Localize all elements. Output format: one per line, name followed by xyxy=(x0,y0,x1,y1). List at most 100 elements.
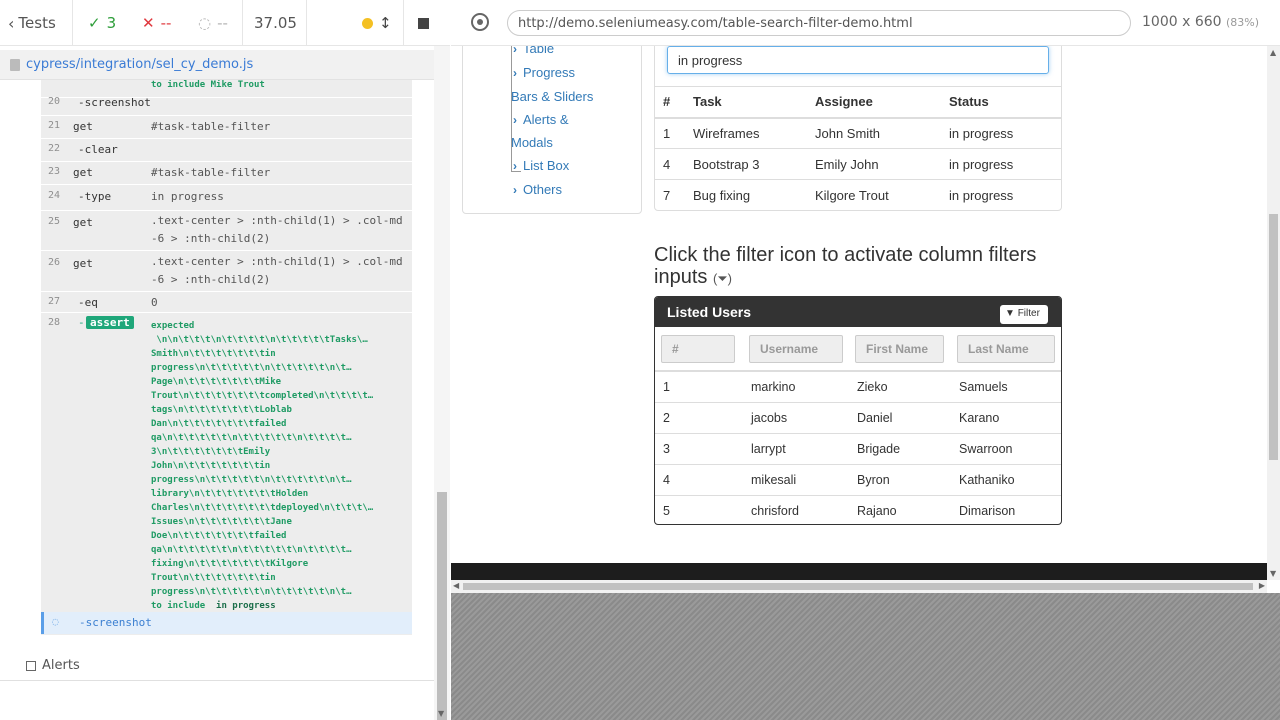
page-vertical-scrollbar[interactable]: ▲ ▼ xyxy=(1267,46,1280,580)
table-cell: Bug fixing xyxy=(685,179,807,211)
scroll-right-arrow-icon[interactable]: ▶ xyxy=(1259,581,1265,590)
assert-line: 3\n\t\t\t\t\t\t\tEmily xyxy=(151,447,271,457)
table-row: 4 Bootstrap 3 Emily John in progress xyxy=(655,148,1061,180)
filter-input-last-name[interactable]: Last Name xyxy=(957,335,1055,363)
table-cell: Dimarison xyxy=(951,494,1061,524)
nav-item-bars-sliders[interactable]: Bars & Sliders xyxy=(511,89,593,104)
nav-item-modals[interactable]: Modals xyxy=(511,135,553,150)
reporter-scroll-thumb[interactable] xyxy=(437,492,447,720)
filter-heading: Click the filter icon to activate column… xyxy=(654,244,1037,288)
listed-users-panel: Listed Users ▼ Filter # Username First N… xyxy=(654,296,1062,525)
auto-scroll-toggle[interactable]: ↕ xyxy=(362,0,392,46)
assert-command-row[interactable]: 28 - assert expected \n\n\t\t\t\n\t\t\t\… xyxy=(41,313,412,613)
command-row[interactable]: 22 -clear xyxy=(41,139,412,162)
assert-message: expected \n\n\t\t\t\n\t\t\t\t\n\t\t\t\t\… xyxy=(151,319,407,613)
assert-line: progress\n\t\t\t\t\t\n\t\t\t\t\t\n\t… xyxy=(151,587,352,597)
page-footer-bar xyxy=(451,563,1267,580)
table-cell: in progress xyxy=(941,179,1061,211)
assert-badge: assert xyxy=(86,316,134,329)
tests-back-button[interactable]: ‹ Tests xyxy=(8,0,56,46)
scroll-down-arrow-icon[interactable]: ▼ xyxy=(1270,569,1276,578)
command-row[interactable]: 20 -screenshot xyxy=(41,93,412,116)
failed-count: ✕ -- xyxy=(142,14,172,32)
filter-input-username[interactable]: Username xyxy=(749,335,843,363)
assert-line: tags\n\t\t\t\t\t\t\tLoblab xyxy=(151,405,292,415)
table-cell: 7 xyxy=(655,179,685,211)
table-cell: Zieko xyxy=(849,370,951,402)
chevron-right-icon: › xyxy=(513,66,517,80)
table-cell: 4 xyxy=(655,463,743,495)
filter-funnel-icon: (⏷) xyxy=(712,271,732,286)
selector-playground-icon[interactable] xyxy=(471,13,489,31)
table-row: 3 larrypt Brigade Swarroon xyxy=(655,432,1061,464)
command-row[interactable]: 21 get #task-table-filter xyxy=(41,116,412,139)
task-table-filter-input[interactable]: in progress xyxy=(667,46,1049,74)
filter-row: # Username First Name Last Name xyxy=(655,328,1061,372)
filter-button[interactable]: ▼ Filter xyxy=(1000,305,1048,324)
page-scroll-thumb[interactable] xyxy=(1269,214,1278,460)
command-log: to include Mike Trout 20 -screenshot 21 … xyxy=(41,80,412,635)
reporter-scrollbar[interactable]: ▼ xyxy=(434,46,450,720)
filter-input-id[interactable]: # xyxy=(661,335,735,363)
nav-item-progress[interactable]: › Progress xyxy=(513,65,575,80)
chevron-right-icon: › xyxy=(513,46,517,56)
assert-line: Issues\n\t\t\t\t\t\t\tJane xyxy=(151,517,292,527)
table-cell: markino xyxy=(743,370,849,402)
assert-line: Trout\n\t\t\t\t\t\t\tin xyxy=(151,573,276,583)
table-cell: 5 xyxy=(655,494,743,524)
stop-button[interactable] xyxy=(418,0,429,46)
command-row[interactable]: 27 -eq 0 xyxy=(41,293,412,313)
url-field[interactable]: http://demo.seleniumeasy.com/table-searc… xyxy=(507,10,1131,36)
table-cell: Emily John xyxy=(807,148,941,180)
suite-checkbox-icon xyxy=(26,660,36,671)
nav-item-list-box[interactable]: › List Box xyxy=(513,158,569,173)
reporter-header: ‹ Tests ✓ 3 ✕ -- ◌ -- 37.05 ↕ xyxy=(0,0,450,46)
table-row: 1 Wireframes John Smith in progress xyxy=(655,117,1061,149)
command-row[interactable]: 23 get #task-table-filter xyxy=(41,162,412,185)
table-cell: Samuels xyxy=(951,370,1061,402)
nav-item-others[interactable]: › Others xyxy=(513,182,562,197)
scroll-down-arrow-icon[interactable]: ▼ xyxy=(438,709,444,718)
side-navigation: › Table › Progress Bars & Sliders › Alerts … xyxy=(462,46,642,214)
command-row[interactable]: 26 get .text-center > :nth-child(1) > .c… xyxy=(41,252,412,292)
table-cell: chrisford xyxy=(743,494,849,524)
pending-circle-icon: ◌ xyxy=(198,14,212,32)
scroll-up-arrow-icon[interactable]: ▲ xyxy=(1270,48,1276,57)
assert-line: Dan\n\t\t\t\t\t\t\tfailed xyxy=(151,419,287,429)
nav-item-table[interactable]: › Table xyxy=(513,46,554,56)
table-row: 1 markino Zieko Samuels xyxy=(655,370,1061,402)
command-row[interactable]: 25 get .text-center > :nth-child(1) > .c… xyxy=(41,211,412,251)
column-header: Status xyxy=(941,86,1061,119)
table-row: 4 mikesali Byron Kathaniko xyxy=(655,463,1061,495)
alerts-suite[interactable]: Alerts xyxy=(26,658,80,673)
page-horizontal-scrollbar[interactable]: ◀ ▶ xyxy=(451,580,1267,593)
running-command-row[interactable]: ◌ -screenshot xyxy=(41,612,412,634)
table-cell: in progress xyxy=(941,148,1061,180)
column-header: Assignee xyxy=(807,86,941,119)
browser-url-bar: http://demo.seleniumeasy.com/table-searc… xyxy=(451,0,1280,46)
file-icon xyxy=(10,58,20,71)
stop-icon xyxy=(418,17,429,29)
table-cell: larrypt xyxy=(743,432,849,464)
spec-file-bar[interactable]: cypress/integration/sel_cy_demo.js ▲ xyxy=(0,50,450,80)
assert-line: John\n\t\t\t\t\t\t\tin xyxy=(151,461,271,471)
assert-line: progress\n\t\t\t\t\t\n\t\t\t\t\t\n\t… xyxy=(151,363,352,373)
assert-line: expected xyxy=(151,321,195,331)
scroll-left-arrow-icon[interactable]: ◀ xyxy=(453,581,459,590)
command-row[interactable]: 24 -type in progress xyxy=(41,185,412,211)
pending-count: ◌ -- xyxy=(198,14,228,32)
tests-label: Tests xyxy=(18,14,56,32)
table-row: 2 jacobs Daniel Karano xyxy=(655,401,1061,433)
assert-line: Charles\n\t\t\t\t\t\t\tdeployed\n\t\t\t\… xyxy=(151,503,374,513)
page-hscroll-thumb[interactable] xyxy=(463,583,1253,590)
table-cell: 1 xyxy=(655,370,743,402)
nav-item-alerts-modals[interactable]: › Alerts & xyxy=(513,112,569,127)
cross-icon: ✕ xyxy=(142,14,155,32)
spec-file-path[interactable]: cypress/integration/sel_cy_demo.js xyxy=(26,57,253,72)
chevron-right-icon: › xyxy=(513,159,517,173)
spinner-icon: ◌ xyxy=(52,615,59,628)
table-cell: mikesali xyxy=(743,463,849,495)
filter-input-first-name[interactable]: First Name xyxy=(855,335,944,363)
app-viewport: › Table › Progress Bars & Sliders › Alerts … xyxy=(451,46,1267,563)
table-row: 5 chrisford Rajano Dimarison xyxy=(655,494,1061,524)
